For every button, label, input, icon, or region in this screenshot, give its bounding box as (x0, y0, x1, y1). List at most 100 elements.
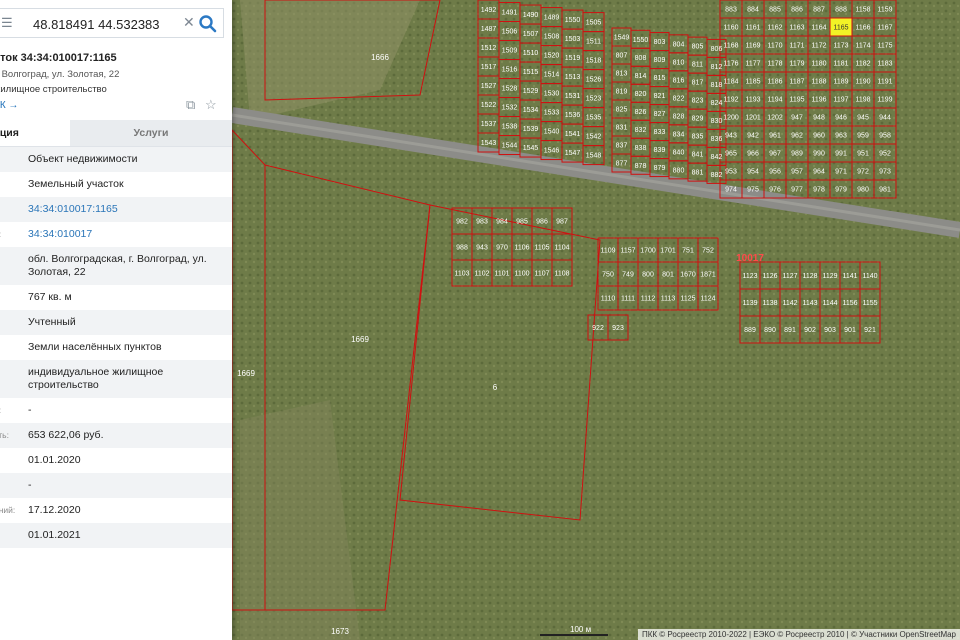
parcel-number: 814 (635, 73, 647, 80)
parcel-number: 1511 (586, 39, 601, 46)
parcel-number: 826 (635, 109, 647, 116)
parcel-number: 1175 (877, 43, 892, 50)
panel-address: г. Волгоград, ул. Золотая, 22 (0, 69, 120, 80)
parcel-number: 1201 (745, 115, 761, 122)
scale-line (540, 634, 608, 636)
kk-link[interactable]: КК → (0, 100, 18, 111)
parcel-number: 1171 (789, 43, 804, 50)
big-parcel-label: 1669 (351, 335, 369, 344)
attribute-row: - (0, 473, 232, 498)
parcel-number: 881 (692, 170, 704, 177)
parcel-number: 1168 (723, 43, 738, 50)
parcel-number: 983 (476, 219, 488, 226)
scale-label: 100 м (570, 625, 592, 634)
parcel-number: 960 (813, 133, 825, 140)
parcel-number: 820 (635, 91, 647, 98)
parcel-number: 1513 (565, 74, 581, 81)
parcel-number: 1179 (789, 61, 804, 68)
panel-title: сток 34:34:010017:1165 (0, 52, 117, 64)
parcel-number: 947 (791, 115, 803, 122)
parcel-number: 1194 (767, 97, 782, 104)
parcel-number: 833 (654, 129, 666, 136)
search-button[interactable] (197, 13, 219, 35)
tab-information[interactable]: ация (0, 120, 70, 146)
parcel-number: 1506 (502, 29, 518, 36)
search-input[interactable] (31, 14, 175, 34)
parcel-number: 1162 (767, 25, 782, 32)
parcel-number: 977 (791, 187, 803, 194)
parcel-number: 1156 (842, 300, 857, 307)
parcel-number: 817 (692, 80, 704, 87)
parcel-number: 839 (654, 147, 666, 154)
parcel-number: 806 (711, 46, 723, 53)
attribute-value: 767 кв. м (28, 291, 72, 303)
parcel-number: 1202 (767, 115, 783, 122)
parcel-number: 1166 (855, 25, 870, 32)
panel-tabs: ация Услуги (0, 120, 232, 147)
parcel-number: 975 (747, 187, 759, 194)
parcel-number: 1538 (502, 124, 518, 131)
parcel-number: 1170 (767, 43, 782, 50)
parcel-number: 1198 (855, 97, 870, 104)
attribute-value[interactable]: 34:34:010017:1165 (28, 203, 224, 216)
attribute-value: Земельный участок (28, 178, 124, 190)
parcel-number: 1161 (745, 25, 760, 32)
attribute-value[interactable]: 34:34:010017 (28, 228, 224, 241)
parcel-number: 805 (692, 44, 704, 51)
parcel-number: 1193 (745, 97, 760, 104)
parcel-number: 1523 (586, 96, 602, 103)
parcel-number: 807 (616, 53, 628, 60)
parcel-number: 1543 (481, 140, 497, 147)
parcel-number: 1492 (481, 7, 497, 14)
parcel-number: 1109 (600, 248, 615, 255)
parcel-number: 824 (711, 100, 723, 107)
parcel-number: 1141 (842, 273, 857, 280)
big-parcel-label: 6 (493, 383, 498, 392)
parcel-number: 948 (813, 115, 825, 122)
parcel-number: 1143 (802, 300, 817, 307)
parcel-number: 1177 (745, 61, 760, 68)
star-icon[interactable]: ☆ (205, 97, 217, 113)
parcel-number: 1512 (481, 45, 497, 52)
attribute-label: р: (0, 229, 1, 239)
parcel-number: 963 (835, 133, 847, 140)
parcel-number: 1540 (544, 129, 560, 136)
parcel-number: 1195 (789, 97, 804, 104)
parcel-number: 971 (835, 169, 847, 176)
panel-purpose: жилищное строительство (0, 84, 107, 95)
attribute-row: обл. Волгоградская, г. Волгоград, ул. Зо… (0, 247, 232, 285)
copy-icon[interactable]: ⧉ (186, 97, 195, 113)
parcel-number: 887 (813, 7, 825, 14)
parcel-number: 1185 (745, 79, 760, 86)
parcel-number: 1518 (586, 58, 602, 65)
parcel-number: 1187 (789, 79, 804, 86)
parcel-number: 818 (711, 82, 723, 89)
parcel-number: 1144 (822, 300, 837, 307)
parcel-number: 1157 (620, 248, 635, 255)
parcel-number: 1539 (523, 126, 539, 133)
parcel-number: 902 (804, 327, 816, 334)
parcel-number: 943 (725, 133, 737, 140)
parcel-number: 1516 (502, 67, 518, 74)
tab-services[interactable]: Услуги (70, 120, 232, 146)
parcel-number: 956 (769, 169, 781, 176)
parcel-number: 1172 (811, 43, 826, 50)
parcel-number: 1520 (544, 53, 560, 60)
parcel-number: 880 (673, 167, 685, 174)
search-bar: ☰ ✕ (0, 8, 224, 38)
attribute-value: обл. Волгоградская, г. Волгоград, ул. Зо… (28, 253, 207, 278)
parcel-number: 840 (673, 149, 685, 156)
parcel-number: 1190 (855, 79, 870, 86)
layers-icon[interactable]: ☰ (1, 15, 13, 31)
attribute-label: сть: (0, 430, 9, 440)
parcel-number: 958 (879, 133, 891, 140)
parcel-number: 976 (769, 187, 781, 194)
parcel-number: 1142 (782, 300, 797, 307)
attribute-row: ений: 17.12.2020 (0, 498, 232, 523)
close-icon[interactable]: ✕ (183, 14, 195, 31)
parcel-number: 1534 (523, 107, 539, 114)
parcel-number: 990 (813, 151, 825, 158)
parcel-number: 1871 (700, 272, 716, 279)
parcel-number: 1192 (723, 97, 738, 104)
parcel-number: 1505 (586, 20, 602, 27)
